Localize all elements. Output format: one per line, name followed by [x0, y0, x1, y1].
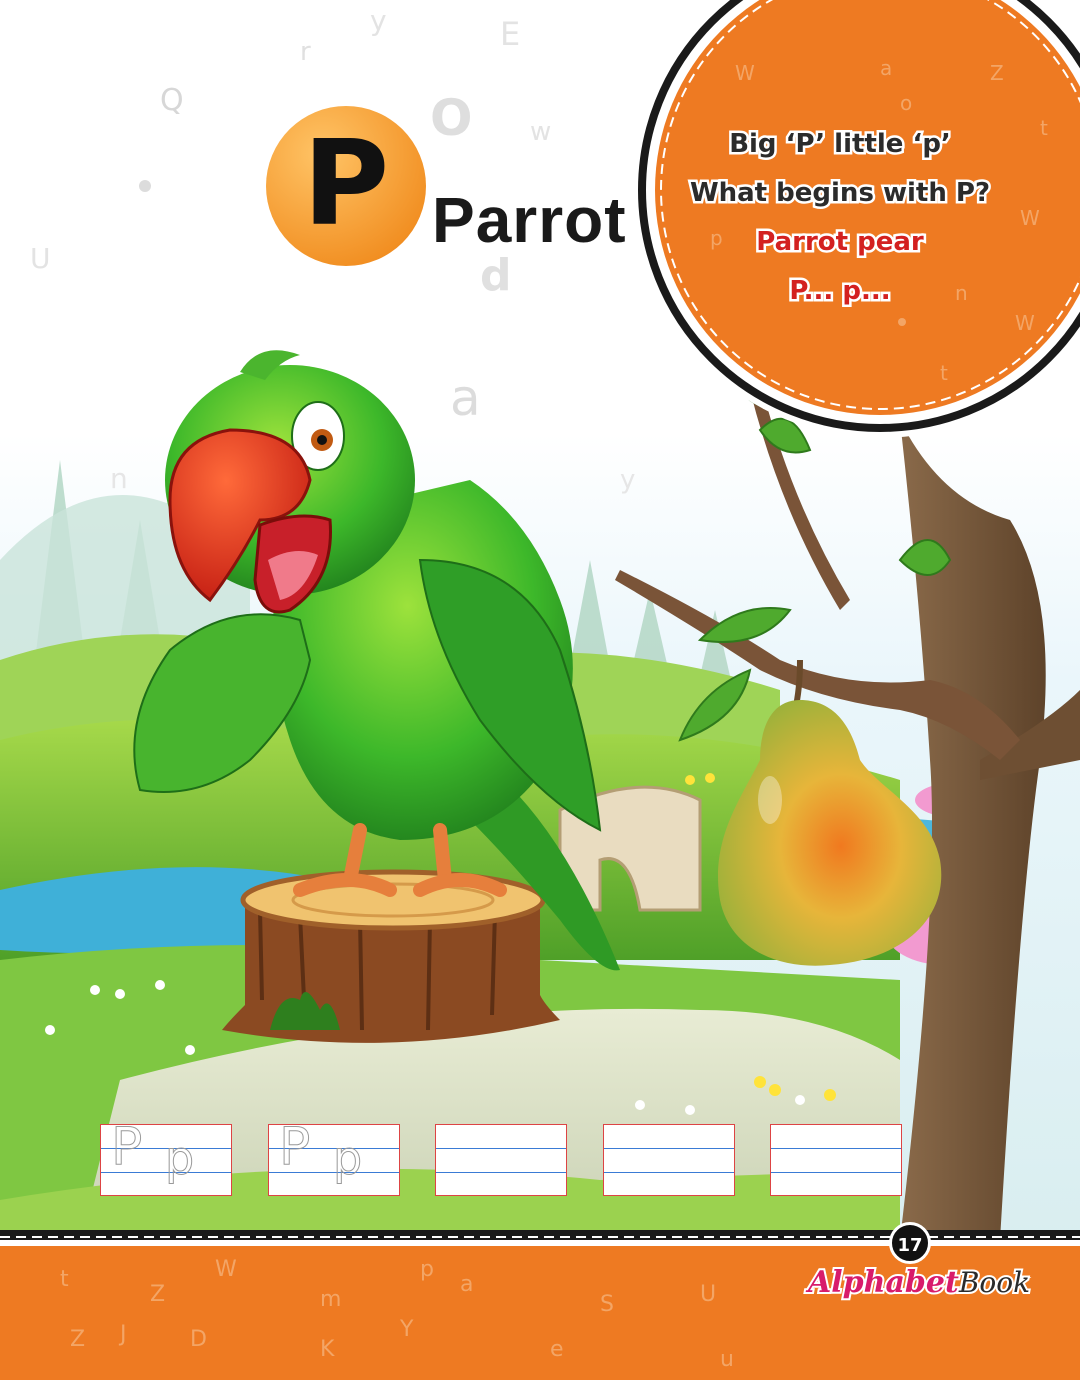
svg-text:t: t	[1040, 116, 1048, 140]
rhyme-line-1: Big ‘P’ little ‘p’	[727, 127, 954, 162]
trace-big-letter: P	[110, 1117, 143, 1177]
svg-text:p: p	[420, 1257, 434, 1282]
svg-text:r: r	[300, 37, 311, 67]
svg-text:e: e	[550, 1337, 564, 1362]
svg-text:w: w	[530, 117, 551, 147]
rhyme-line-2: What begins with P?	[687, 176, 992, 211]
alphabet-page: Q r y E O w U d a n y W a Z t W n W t p …	[0, 0, 1080, 1380]
svg-text:Z: Z	[70, 1327, 85, 1352]
svg-text:W: W	[215, 1257, 237, 1282]
svg-text:O: O	[430, 89, 473, 147]
rhyme-line-3: Parrot pear	[754, 225, 927, 260]
svg-text:U: U	[700, 1282, 716, 1307]
svg-text:t: t	[940, 361, 948, 385]
page-number: 17	[889, 1222, 931, 1264]
trace-big-letter: P	[278, 1117, 311, 1177]
svg-text:y: y	[620, 465, 635, 495]
svg-text:D: D	[190, 1327, 207, 1352]
tracing-box-5[interactable]	[770, 1124, 902, 1196]
svg-text:Z: Z	[990, 61, 1004, 85]
svg-text:a: a	[460, 1272, 473, 1297]
svg-text:y: y	[370, 4, 387, 37]
svg-text:Q: Q	[160, 83, 184, 118]
brand-logo: AlphabetBook	[806, 1265, 1032, 1300]
brand-book: Book	[957, 1266, 1032, 1299]
letter-badge: P	[258, 98, 434, 274]
svg-text:Z: Z	[150, 1282, 165, 1307]
svg-text:t: t	[60, 1267, 69, 1292]
tracing-box-4[interactable]	[603, 1124, 735, 1196]
svg-text:W: W	[735, 61, 755, 85]
svg-text:U: U	[30, 242, 51, 275]
svg-text:d: d	[480, 250, 512, 301]
svg-text:o: o	[900, 91, 912, 115]
svg-text:W: W	[1020, 206, 1040, 230]
big-letter: P	[302, 114, 390, 252]
svg-text:n: n	[110, 462, 128, 495]
tracing-box-2[interactable]: P p	[268, 1117, 400, 1196]
tracing-box-1[interactable]: P p	[100, 1117, 232, 1196]
svg-text:J: J	[118, 1322, 127, 1347]
svg-text:K: K	[320, 1337, 335, 1362]
svg-text:a: a	[450, 369, 481, 427]
svg-text:m: m	[320, 1287, 341, 1312]
word-title: Parrot	[432, 184, 627, 256]
tracing-row: P p P p	[100, 1117, 910, 1200]
brand-alphabet: Alphabet	[806, 1265, 961, 1300]
tracing-box-3[interactable]	[435, 1124, 567, 1196]
svg-text:S: S	[600, 1292, 614, 1317]
svg-text:u: u	[720, 1347, 734, 1372]
svg-text:Y: Y	[399, 1317, 414, 1342]
trace-small-letter: p	[332, 1131, 363, 1185]
svg-text:a: a	[880, 56, 892, 80]
svg-text:E: E	[500, 15, 520, 53]
rhyme-line-4: P... p...	[787, 274, 893, 309]
rhyme-text: Big ‘P’ little ‘p’ What begins with P? P…	[660, 120, 1020, 316]
tree-stump	[222, 869, 560, 1043]
trace-small-letter: p	[164, 1131, 195, 1185]
